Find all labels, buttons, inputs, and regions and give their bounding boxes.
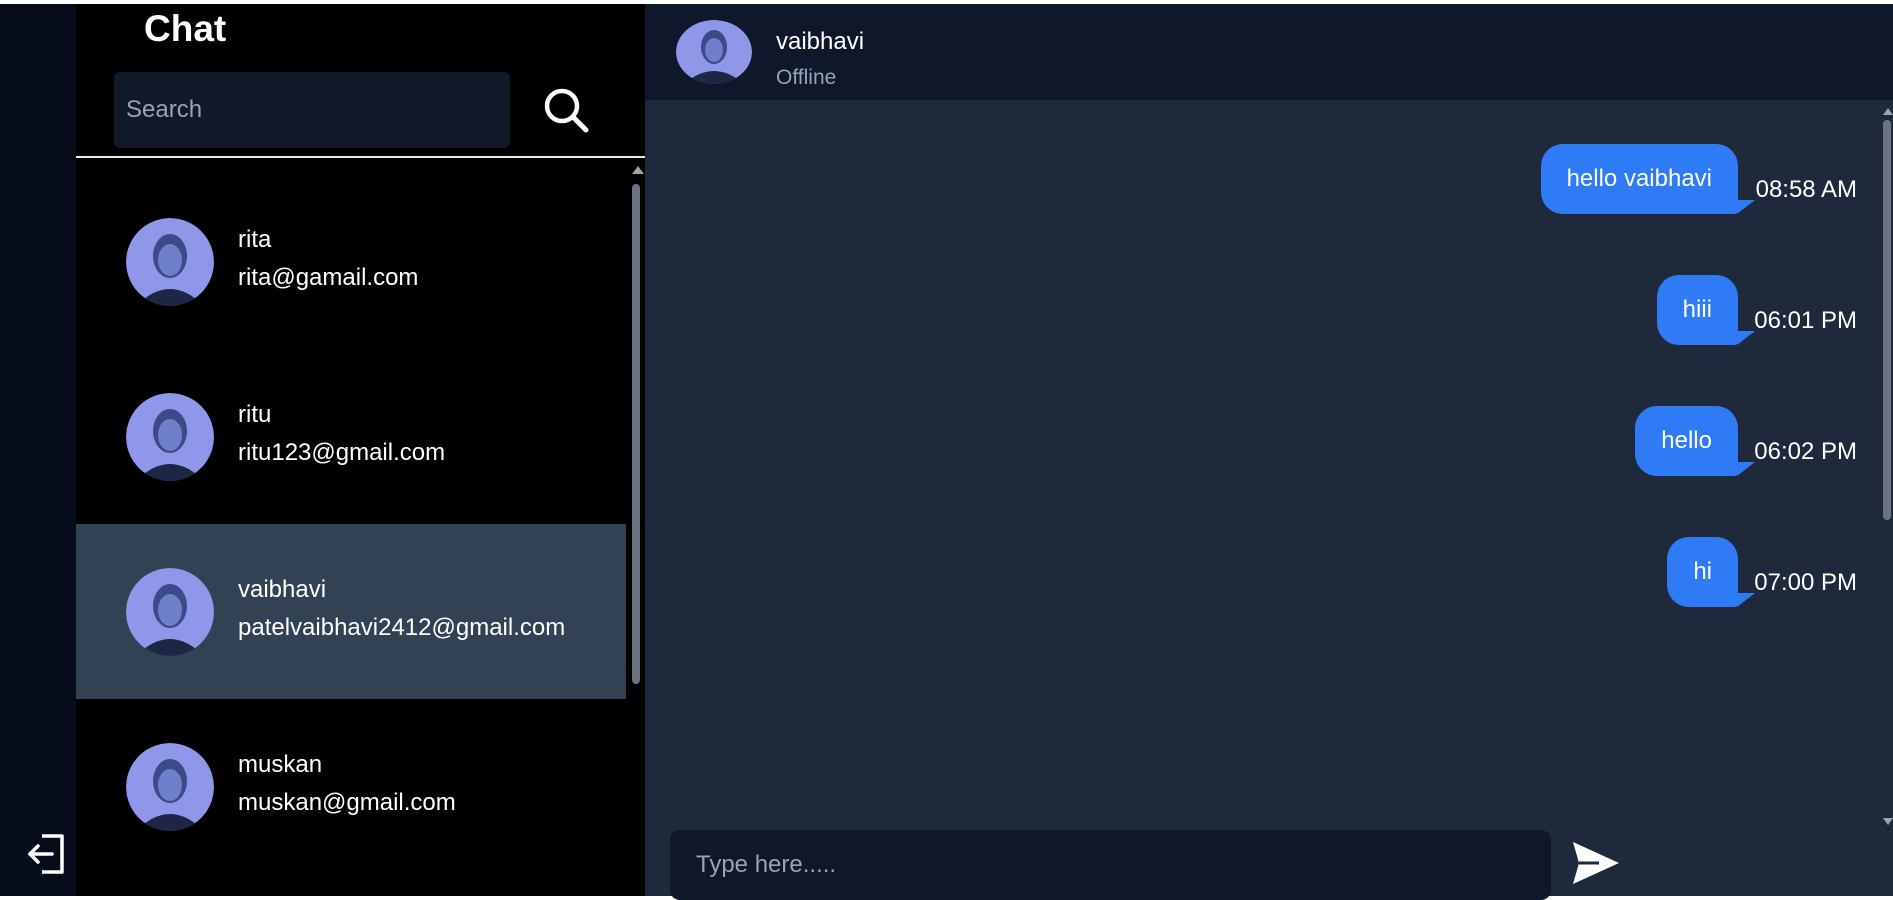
avatar xyxy=(126,218,214,306)
contact-name: ritu xyxy=(238,401,272,428)
bubble-tail xyxy=(1737,331,1755,345)
avatar xyxy=(126,743,214,831)
scrollbar-thumb[interactable] xyxy=(1883,120,1891,520)
message-list: hello vaibhavi 08:58 AM hiii 06:01 PM he… xyxy=(645,100,1893,820)
scroll-down-arrow-icon[interactable] xyxy=(1883,818,1893,825)
chat-contact-name: vaibhavi xyxy=(776,28,865,55)
contact-email: muskan@gmail.com xyxy=(238,789,456,816)
contact-email: patelvaibhavi2412@gmail.com xyxy=(238,614,566,641)
bubble-tail xyxy=(1737,462,1755,476)
message-time: 06:02 PM xyxy=(1754,438,1857,465)
chat-header: vaibhavi Offline xyxy=(645,4,1893,100)
contact-item-rita[interactable]: rita rita@gamail.com xyxy=(76,162,626,337)
scroll-up-arrow-icon[interactable] xyxy=(1883,108,1893,115)
contact-name: rita xyxy=(238,226,272,253)
avatar xyxy=(676,20,752,84)
bubble-tail xyxy=(1737,593,1755,607)
message-bubble: hello vaibhavi xyxy=(1540,144,1738,214)
scrollbar-thumb[interactable] xyxy=(632,184,640,684)
contacts-sidebar: Chat rita rita@gamail.com ritu ritu123@g… xyxy=(76,4,645,896)
chat-app: Chat rita rita@gamail.com ritu ritu123@g… xyxy=(0,4,1893,900)
message-bubble: hi xyxy=(1667,537,1738,607)
logout-icon[interactable] xyxy=(28,832,72,876)
contact-list-scrollbar[interactable] xyxy=(629,162,644,896)
message-item: hiii 06:01 PM xyxy=(1557,275,1857,345)
message-item: hello 06:02 PM xyxy=(1557,406,1857,476)
message-item: hello vaibhavi 08:58 AM xyxy=(1457,144,1857,214)
message-bubble: hello xyxy=(1635,406,1738,476)
avatar xyxy=(126,568,214,656)
message-time: 08:58 AM xyxy=(1755,176,1857,203)
search-icon[interactable] xyxy=(540,84,592,136)
contact-email: rita@gamail.com xyxy=(238,264,419,291)
sidebar-title: Chat xyxy=(144,8,227,49)
contact-item-muskan[interactable]: muskan muskan@gmail.com xyxy=(76,699,626,874)
contact-name: vaibhavi xyxy=(238,576,327,603)
message-list-scrollbar[interactable] xyxy=(1881,108,1893,828)
message-time: 07:00 PM xyxy=(1754,569,1857,596)
contact-email: ritu123@gmail.com xyxy=(238,439,446,466)
send-icon[interactable] xyxy=(1571,838,1621,888)
contact-name: muskan xyxy=(238,751,323,778)
sidebar-divider xyxy=(76,156,645,158)
bubble-tail xyxy=(1737,200,1755,214)
message-item: hi 07:00 PM xyxy=(1557,537,1857,607)
contact-item-vaibhavi[interactable]: vaibhavi patelvaibhavi2412@gmail.com xyxy=(76,524,626,699)
left-rail xyxy=(0,4,76,896)
avatar xyxy=(126,393,214,481)
contact-list: rita rita@gamail.com ritu ritu123@gmail.… xyxy=(76,162,626,896)
search-input[interactable] xyxy=(114,72,510,148)
message-input[interactable] xyxy=(670,830,1551,900)
message-time: 06:01 PM xyxy=(1754,307,1857,334)
scroll-up-arrow-icon[interactable] xyxy=(632,166,644,174)
chat-contact-status: Offline xyxy=(776,66,837,89)
contact-item-ritu[interactable]: ritu ritu123@gmail.com xyxy=(76,337,626,512)
message-bubble: hiii xyxy=(1656,275,1738,345)
chat-panel: vaibhavi Offline hello vaibhavi 08:58 AM… xyxy=(645,4,1893,900)
